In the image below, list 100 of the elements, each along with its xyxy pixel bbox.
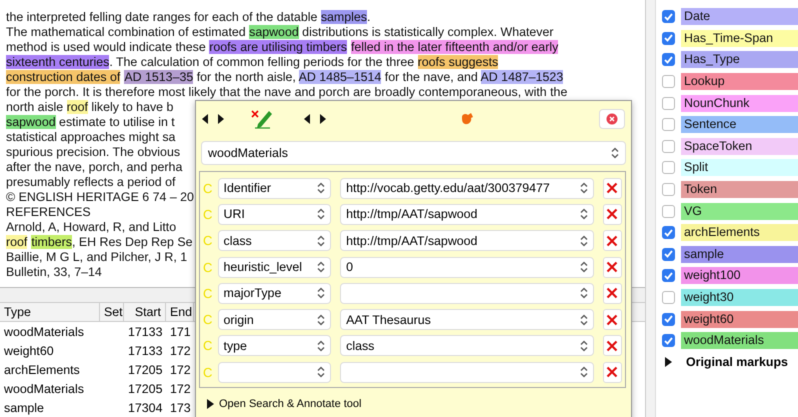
pin-icon[interactable] <box>460 112 474 126</box>
delete-icon <box>606 182 618 194</box>
next-icon[interactable] <box>217 114 224 124</box>
checkbox[interactable] <box>662 269 675 282</box>
feature-value-dropdown[interactable]: class <box>340 335 594 356</box>
tree-group-label[interactable]: Original markups <box>686 354 788 368</box>
checkbox[interactable] <box>662 10 675 24</box>
checkbox[interactable] <box>662 204 675 218</box>
expand-icon[interactable] <box>206 399 214 410</box>
text-run: method is used would indicate these <box>6 40 207 54</box>
delete-button[interactable] <box>602 178 622 199</box>
checkbox[interactable] <box>662 183 675 196</box>
annotation-highlight: felled in the later fifteenth and/or early <box>350 40 558 54</box>
delete-icon <box>606 234 618 247</box>
annotation-highlight: roof <box>6 235 28 249</box>
table-cell-text: 173 <box>169 401 192 415</box>
previous-icon[interactable] <box>304 114 311 124</box>
annotation-class-dropdown[interactable]: woodMaterials <box>201 141 626 165</box>
table-cell-text: woodMaterials <box>3 325 85 339</box>
feature-marker: C <box>203 206 214 222</box>
annotation-highlight: AD 1487–1523 <box>480 70 564 84</box>
delete-icon <box>606 287 618 300</box>
previous-icon[interactable] <box>202 114 209 124</box>
annotation-type-label: archElements <box>681 224 798 242</box>
feature-name-dropdown[interactable]: majorType <box>218 282 332 304</box>
expand-icon[interactable] <box>664 356 672 366</box>
annotation-type-label: weight30 <box>681 289 798 306</box>
feature-value-dropdown[interactable]: http://tmp/AAT/sapwood <box>340 204 594 225</box>
feature-marker: C <box>203 364 214 380</box>
checkbox[interactable] <box>662 140 675 153</box>
feature-value-dropdown[interactable]: 0 <box>340 256 594 278</box>
up-down-icon <box>580 208 588 220</box>
annotation-type-label: Date <box>681 8 798 26</box>
checkbox[interactable] <box>662 248 675 261</box>
up-down-icon <box>317 314 326 326</box>
up-down-icon <box>580 287 588 300</box>
table-cell-text: 17304 <box>127 401 164 415</box>
delete-button[interactable] <box>602 335 622 356</box>
delete-button[interactable] <box>602 204 622 225</box>
close-icon <box>606 113 618 125</box>
delete-button[interactable] <box>602 309 622 330</box>
next-icon[interactable] <box>319 114 326 124</box>
annotation-highlight: roof <box>66 100 88 114</box>
annotation-type-label: SpaceToken <box>681 138 798 155</box>
feature-marker: C <box>203 260 214 275</box>
checkbox[interactable] <box>662 75 675 88</box>
column-header[interactable]: Set <box>100 303 124 321</box>
search-annotate-toggle[interactable]: Open Search & Annotate tool <box>219 398 362 410</box>
pencil-delete-icon[interactable] <box>250 108 274 130</box>
feature-name-dropdown[interactable]: URI <box>218 204 332 225</box>
annotation-type-label: weight60 <box>681 310 798 328</box>
feature-name-dropdown[interactable]: type <box>218 335 332 356</box>
table-cell-text: weight60 <box>3 344 55 358</box>
column-header[interactable]: End <box>166 303 194 321</box>
feature-name-dropdown[interactable]: class <box>218 230 332 252</box>
delete-button[interactable] <box>602 256 622 278</box>
up-down-icon <box>580 314 588 326</box>
text-run: presumably reflects a period of <box>6 175 176 189</box>
feature-name-dropdown[interactable]: Identifier <box>218 178 332 199</box>
checkbox[interactable] <box>662 118 675 132</box>
close-button[interactable] <box>599 109 625 129</box>
text-run: The mathematical combination of estimated <box>6 25 247 39</box>
checkbox[interactable] <box>662 334 675 348</box>
checkbox[interactable] <box>662 226 675 240</box>
up-down-icon <box>317 287 326 300</box>
up-down-icon <box>580 366 588 378</box>
feature-marker: C <box>203 233 214 248</box>
up-down-icon <box>317 234 326 247</box>
checkbox[interactable] <box>662 53 675 66</box>
up-down-icon <box>317 208 326 220</box>
up-down-icon <box>580 234 588 247</box>
feature-name-dropdown[interactable]: origin <box>218 309 332 330</box>
up-down-icon <box>317 366 326 378</box>
checkbox[interactable] <box>662 96 675 110</box>
column-header[interactable]: Start <box>124 303 166 321</box>
annotation-type-label: NounChunk <box>681 94 798 112</box>
delete-icon <box>606 314 618 326</box>
column-header[interactable]: Type <box>0 303 100 321</box>
feature-value-dropdown[interactable]: http://tmp/AAT/sapwood <box>340 230 594 252</box>
checkbox[interactable] <box>662 312 675 326</box>
delete-button[interactable] <box>602 230 622 252</box>
annotation-highlight: timbers <box>31 235 72 249</box>
up-down-icon <box>317 182 326 194</box>
checkbox[interactable] <box>662 32 675 45</box>
feature-value-dropdown[interactable]: AAT Thesaurus <box>340 309 594 330</box>
delete-button[interactable] <box>602 362 622 383</box>
text-run: for the north aisle, <box>196 70 297 84</box>
delete-button[interactable] <box>602 282 622 304</box>
text-run: likely to have b <box>90 100 174 114</box>
text-run: north aisle <box>6 100 64 114</box>
annotation-type-label: Split <box>681 159 798 176</box>
text-run: for the nave, and <box>384 70 479 84</box>
feature-name-dropdown[interactable]: heuristic_level <box>218 256 332 278</box>
text-run: , EH Res Dep Rep Se <box>72 235 193 249</box>
checkbox[interactable] <box>662 161 675 174</box>
up-down-icon <box>580 182 588 194</box>
checkbox[interactable] <box>662 291 675 304</box>
table-cell-text: 17133 <box>127 344 164 358</box>
annotation-type-label: woodMaterials <box>681 332 798 350</box>
feature-value-dropdown[interactable]: http://vocab.getty.edu/aat/300379477 <box>340 178 594 199</box>
